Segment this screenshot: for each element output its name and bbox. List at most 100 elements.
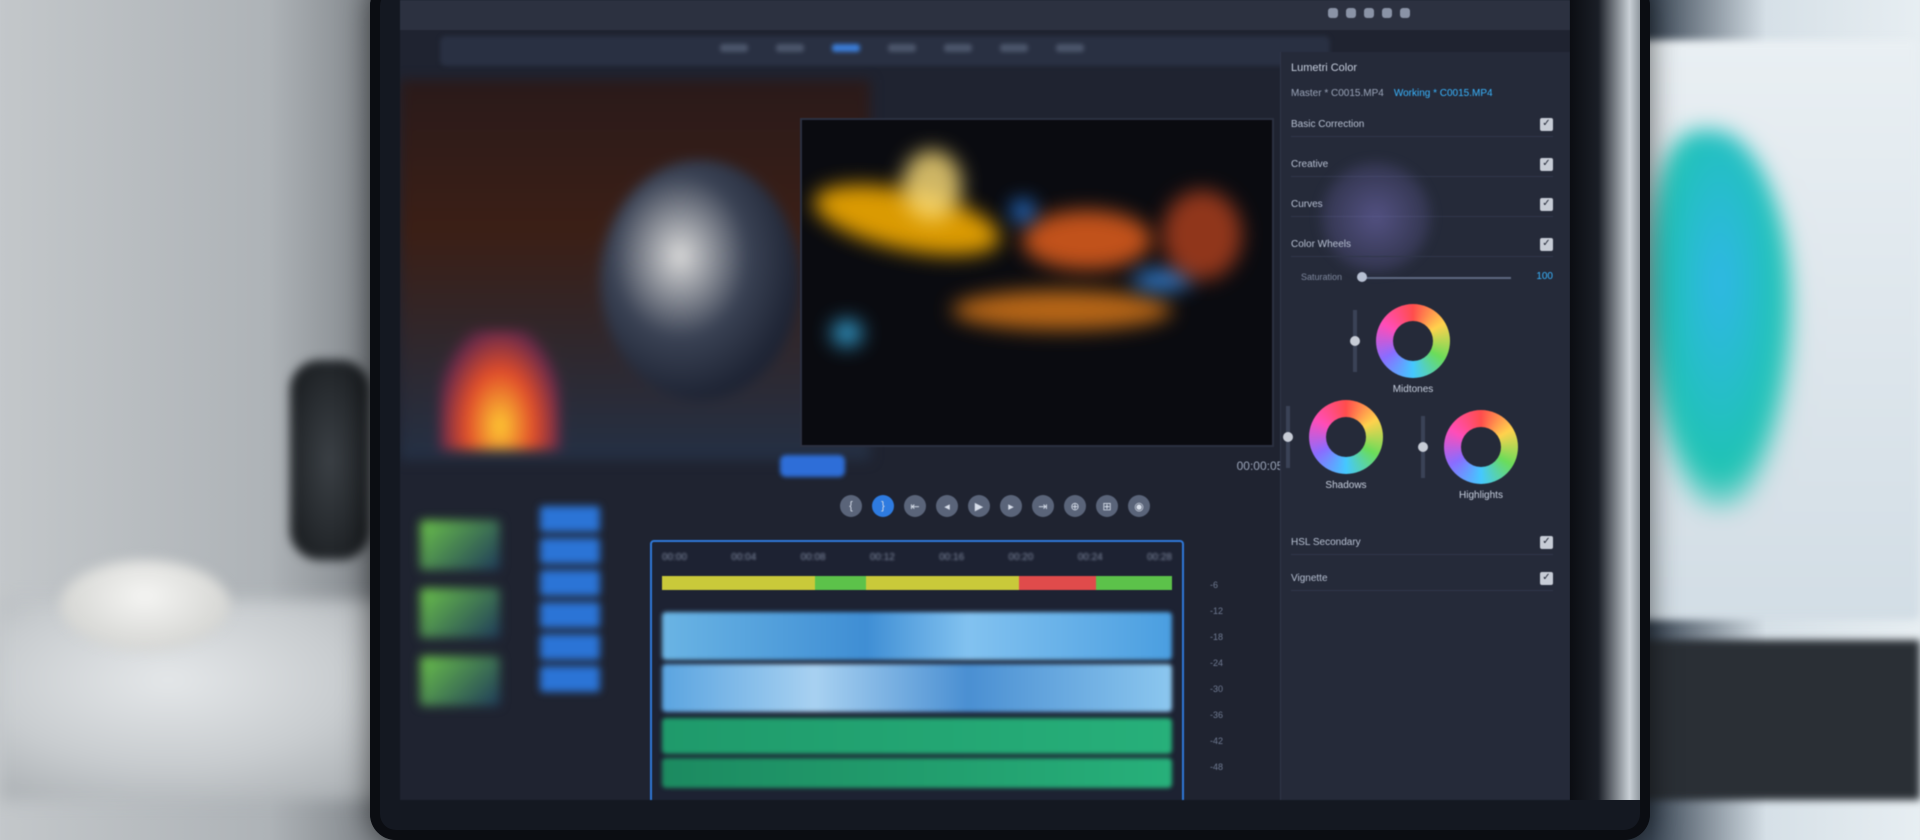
slider-knob[interactable]: [1283, 432, 1293, 442]
workspace-tabs: [720, 44, 1084, 52]
editor-screen: 00:00:05:12 { } ⇤ ◂ ▶ ▸ ⇥ ⊕ ⊞ ◉ 00:00 00…: [400, 0, 1570, 800]
ruler-tick: 00:16: [939, 552, 965, 563]
checkbox[interactable]: ✓: [1540, 571, 1553, 585]
panel-title: Lumetri Color: [1291, 62, 1358, 74]
background-speaker: [290, 360, 370, 560]
checkbox[interactable]: ✓: [1540, 237, 1553, 251]
section-color-wheels[interactable]: Color Wheels ✓: [1291, 232, 1553, 257]
saturation-slider[interactable]: Saturation 100: [1291, 268, 1553, 288]
section-label: Color Wheels: [1291, 238, 1352, 250]
workspace-tab[interactable]: [720, 44, 748, 52]
bokeh-light: [1012, 200, 1034, 222]
sequence-timeline[interactable]: 00:00 00:04 00:08 00:12 00:16 00:20 00:2…: [650, 540, 1184, 800]
ruler-tick: 00:00: [662, 552, 688, 563]
shadows-wheel-group: Shadows: [1283, 400, 1396, 491]
section-vignette[interactable]: Vignette ✓: [1291, 566, 1553, 591]
track-headers: [540, 500, 620, 780]
render-segment: [1095, 576, 1172, 590]
ruler-tick: 00:08: [800, 552, 826, 563]
render-status-bar: [662, 576, 1172, 590]
section-label: Basic Correction: [1291, 118, 1365, 130]
ruler-tick: 00:28: [1146, 552, 1172, 563]
track-header[interactable]: [540, 538, 600, 564]
background-mouse: [60, 560, 230, 650]
workspace-tab[interactable]: [888, 44, 916, 52]
checkbox[interactable]: ✓: [1540, 117, 1553, 131]
meter-tick: -12: [1210, 606, 1224, 616]
menu-bar-icons: [1328, 8, 1410, 18]
playhead-timecode[interactable]: [780, 455, 845, 477]
workspace-tab[interactable]: [1056, 44, 1084, 52]
vectorscope: [600, 160, 800, 400]
meter-tick: -18: [1210, 632, 1224, 642]
wheel-center: [1461, 427, 1501, 467]
workspace-tab[interactable]: [944, 44, 972, 52]
render-segment: [1019, 576, 1096, 590]
shadows-color-wheel[interactable]: [1309, 400, 1383, 474]
ruler-tick: 00:04: [731, 552, 757, 563]
render-segment: [662, 576, 815, 590]
track-header[interactable]: [540, 602, 600, 628]
section-label: Vignette: [1291, 572, 1328, 584]
laptop-bezel-edge: [1570, 0, 1640, 800]
waveform-scope: [440, 330, 560, 450]
menu-bar-icon[interactable]: [1346, 8, 1356, 18]
midtones-color-wheel[interactable]: [1376, 304, 1450, 378]
midtones-level-slider[interactable]: [1350, 310, 1360, 372]
audio-meter: -6 -12 -18 -24 -30 -36 -42 -48: [1210, 580, 1250, 800]
audio-clip-track-1[interactable]: [662, 718, 1172, 754]
meter-tick: -36: [1210, 710, 1224, 720]
section-label: Curves: [1291, 198, 1323, 210]
shadows-level-slider[interactable]: [1283, 406, 1293, 468]
track-header[interactable]: [540, 506, 600, 532]
highlights-wheel-group: Highlights: [1418, 410, 1531, 501]
ruler-tick: 00:12: [869, 552, 895, 563]
meter-tick: -42: [1210, 736, 1224, 746]
working-clip-label[interactable]: Working * C0015.MP4: [1394, 88, 1493, 99]
slider-knob[interactable]: [1357, 272, 1367, 282]
master-clip-label[interactable]: Master * C0015.MP4: [1291, 88, 1384, 99]
highlights-color-wheel[interactable]: [1444, 410, 1518, 484]
checkbox[interactable]: ✓: [1540, 197, 1553, 211]
meter-tick: -30: [1210, 684, 1224, 694]
track-header[interactable]: [540, 634, 600, 660]
slider-knob[interactable]: [1418, 442, 1428, 452]
workspace-tab[interactable]: [776, 44, 804, 52]
workspace-tab-color[interactable]: [832, 44, 860, 52]
track-header[interactable]: [540, 570, 600, 596]
section-label: HSL Secondary: [1291, 536, 1361, 548]
highlights-level-slider[interactable]: [1418, 416, 1428, 478]
media-thumbnail[interactable]: [420, 520, 500, 570]
checkbox[interactable]: ✓: [1540, 157, 1553, 171]
menu-bar-icon[interactable]: [1382, 8, 1392, 18]
saturation-value[interactable]: 100: [1536, 271, 1553, 282]
bokeh-light: [952, 290, 1172, 330]
checkbox[interactable]: ✓: [1540, 535, 1553, 549]
bokeh-light: [1162, 190, 1242, 280]
video-clip-track-2[interactable]: [662, 612, 1172, 660]
slider-track[interactable]: [1361, 277, 1511, 279]
audio-clip-track-2[interactable]: [662, 758, 1172, 788]
slider-knob[interactable]: [1350, 336, 1360, 346]
meter-tick: -48: [1210, 762, 1224, 772]
media-thumbnail[interactable]: [420, 656, 500, 706]
section-creative[interactable]: Creative ✓: [1291, 152, 1553, 177]
meter-tick: -6: [1210, 580, 1219, 590]
menu-bar-icon[interactable]: [1364, 8, 1374, 18]
section-hsl-secondary[interactable]: HSL Secondary ✓: [1291, 530, 1553, 555]
menu-bar-icon[interactable]: [1400, 8, 1410, 18]
workspace-tab[interactable]: [1000, 44, 1028, 52]
program-monitor-preview[interactable]: [800, 118, 1274, 447]
ruler-tick: 00:20: [1008, 552, 1034, 563]
render-segment: [866, 576, 943, 590]
menu-bar-icon[interactable]: [1328, 8, 1338, 18]
media-thumbnail[interactable]: [420, 588, 500, 638]
lumetri-color-panel: Lumetri Color Master * C0015.MP4 Working…: [1280, 52, 1570, 800]
track-header[interactable]: [540, 666, 600, 692]
render-segment: [815, 576, 866, 590]
time-ruler[interactable]: 00:00 00:04 00:08 00:12 00:16 00:20 00:2…: [662, 552, 1172, 570]
wheel-center: [1326, 417, 1366, 457]
section-basic-correction[interactable]: Basic Correction ✓: [1291, 112, 1553, 137]
video-clip-track-1[interactable]: [662, 664, 1172, 712]
ruler-tick: 00:24: [1077, 552, 1103, 563]
